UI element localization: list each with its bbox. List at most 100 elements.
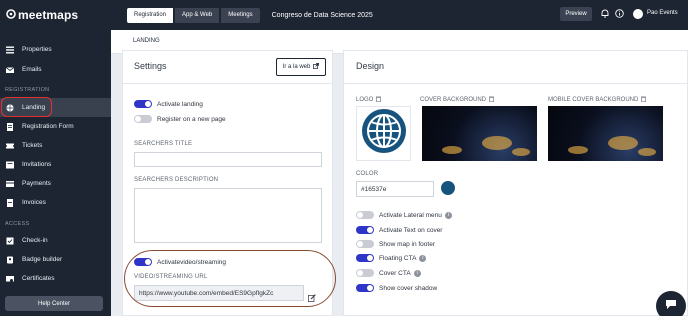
sidebar-item-tickets[interactable]: Tickets [0, 136, 111, 155]
activate-landing-label: Activate landing [157, 100, 203, 108]
toggle-label: Cover CTA [379, 269, 411, 277]
design-toggle-row: Floating CTA i [356, 254, 427, 262]
badge-icon [5, 255, 14, 264]
section-label-access: ACCESS [5, 221, 30, 227]
emails-icon [5, 65, 14, 74]
sidebar-item-label: Certificates [22, 275, 55, 282]
lateral-menu-toggle[interactable] [356, 211, 374, 219]
activate-video-toggle[interactable] [134, 258, 152, 266]
invitation-icon [5, 160, 14, 169]
sidebar-item-label: Invitations [22, 161, 52, 168]
help-center-button[interactable]: Help Center [5, 296, 103, 311]
activate-landing-row: Activate landing [134, 100, 203, 108]
sidebar-item-label: Payments [22, 180, 51, 187]
toggle-label: Floating CTA [379, 254, 417, 262]
chat-icon [665, 297, 677, 315]
invoices-icon [5, 198, 14, 207]
trash-icon[interactable] [376, 96, 382, 104]
certificates-icon [5, 274, 14, 283]
sidebar-item-checkin[interactable]: Check-in [0, 231, 111, 250]
brand-logo[interactable]: meetmaps [0, 0, 111, 30]
mobile-cover-label-text: MOBILE COVER BACKGROUND [548, 97, 639, 103]
external-link-icon [313, 63, 320, 71]
settings-divider [122, 83, 333, 84]
cover-label: COVER BACKGROUND [420, 96, 495, 104]
design-toggle-row: Cover CTA i [356, 269, 421, 277]
trash-icon[interactable] [641, 96, 647, 104]
activate-video-row: Activatevideo/streaming [134, 258, 226, 266]
trash-icon[interactable] [489, 96, 495, 104]
logo-icon [6, 8, 16, 22]
sidebar-item-emails[interactable]: Emails [0, 60, 111, 79]
register-new-page-toggle[interactable] [134, 115, 152, 123]
cover-shadow-toggle[interactable] [356, 284, 374, 292]
user-name[interactable]: Pao Events [647, 10, 678, 16]
color-input[interactable]: #16537e [356, 181, 434, 197]
mobile-cover-background-image[interactable] [548, 106, 663, 161]
tab-registration[interactable]: Registration [127, 7, 174, 23]
cover-cta-toggle[interactable] [356, 269, 374, 277]
ticket-icon [5, 141, 14, 150]
design-toggle-row: Activate Text on cover [356, 226, 442, 234]
logo-upload[interactable] [356, 106, 411, 161]
sidebar-item-invitations[interactable]: Invitations [0, 155, 111, 174]
design-toggle-row: Activate Lateral menu i [356, 211, 452, 219]
info-icon[interactable]: i [419, 254, 427, 262]
tab-meetings[interactable]: Meetings [221, 7, 260, 23]
sidebar-item-registration-form[interactable]: Registration Form [0, 117, 111, 136]
sidebar-item-certificates[interactable]: Certificates [0, 269, 111, 288]
color-swatch[interactable] [441, 181, 455, 195]
sidebar-item-label: Badge builder [22, 256, 63, 263]
cover-label-text: COVER BACKGROUND [420, 97, 487, 103]
toggle-label: Show cover shadow [379, 284, 438, 292]
section-label-registration: REGISTRATION [5, 87, 50, 93]
sidebar-item-badge-builder[interactable]: Badge builder [0, 250, 111, 269]
sidebar-item-payments[interactable]: Payments [0, 174, 111, 193]
floating-cta-toggle[interactable] [356, 254, 374, 262]
chat-button[interactable] [656, 291, 686, 316]
toggle-label: Show map in footer [379, 240, 436, 248]
searchers-title-label: SEARCHERS TITLE [134, 141, 193, 147]
video-url-input[interactable]: https://www.youtube.com/embed/ES9GpfIgkZ… [134, 285, 304, 301]
sidebar-item-properties[interactable]: Properties [0, 40, 111, 59]
design-divider [343, 83, 688, 84]
toggle-label: Activate Lateral menu [379, 211, 442, 219]
event-title: Congreso de Data Science 2025 [271, 11, 373, 19]
info-icon[interactable] [615, 9, 624, 18]
register-new-page-label: Register on a new page [157, 115, 226, 123]
info-icon[interactable]: i [444, 211, 452, 219]
sidebar-item-label: Properties [22, 46, 52, 53]
design-toggle-row: Show map in footer [356, 240, 435, 248]
text-on-cover-toggle[interactable] [356, 226, 374, 234]
logo-label: LOGO [356, 96, 382, 104]
sidebar-item-invoices[interactable]: Invoices [0, 193, 111, 212]
searchers-description-label: SEARCHERS DESCRIPTION [134, 177, 219, 183]
settings-title: Settings [134, 61, 167, 71]
sidebar-item-label: Check-in [22, 237, 48, 244]
searchers-title-input[interactable] [134, 152, 322, 167]
design-toggle-row: Show cover shadow [356, 284, 437, 292]
design-title: Design [356, 61, 385, 71]
cover-background-image[interactable] [422, 106, 537, 161]
preview-button[interactable]: Preview [560, 7, 592, 21]
globe-icon [5, 103, 14, 112]
activate-landing-toggle[interactable] [134, 100, 152, 108]
searchers-description-textarea[interactable] [134, 188, 322, 243]
tab-app-web[interactable]: App & Web [175, 7, 220, 23]
properties-icon [5, 45, 14, 54]
map-in-footer-toggle[interactable] [356, 240, 374, 248]
toggle-label: Activate Text on cover [379, 226, 443, 234]
bell-icon[interactable] [600, 9, 609, 18]
register-new-page-row: Register on a new page [134, 115, 226, 123]
logo-label-text: LOGO [356, 97, 374, 103]
sidebar-item-landing[interactable]: Landing [0, 98, 111, 117]
tab-landing[interactable]: LANDING [133, 38, 160, 44]
avatar[interactable] [633, 9, 643, 19]
payments-icon [5, 179, 14, 188]
edit-icon[interactable] [308, 289, 316, 302]
sidebar-item-label: Emails [22, 66, 42, 73]
mobile-cover-label: MOBILE COVER BACKGROUND [548, 96, 647, 104]
info-icon[interactable]: i [413, 269, 421, 277]
sidebar: meetmaps Properties Emails REGISTRATION … [0, 0, 111, 316]
go-to-web-button[interactable]: Ir a la web [276, 58, 326, 76]
